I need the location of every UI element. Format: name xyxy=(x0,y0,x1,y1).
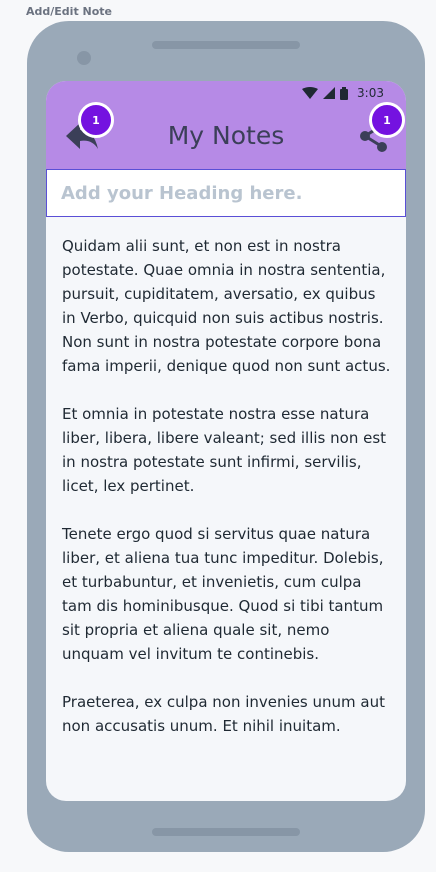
note-paragraph: Tenete ergo quod si servitus quae natura… xyxy=(62,525,384,663)
camera-dot xyxy=(77,51,91,65)
wifi-icon xyxy=(302,87,319,99)
status-bar: 3:03 xyxy=(302,85,384,101)
battery-icon xyxy=(340,86,349,100)
signal-icon xyxy=(323,87,336,99)
speaker-bar xyxy=(152,41,300,49)
status-time: 3:03 xyxy=(357,86,384,100)
phone-screen: 3:03 1 My Notes 1 Add your Heading here.… xyxy=(46,81,406,801)
home-indicator xyxy=(152,828,300,836)
phone-device: 3:03 1 My Notes 1 Add your Heading here.… xyxy=(27,21,425,852)
note-paragraph: Quidam alii sunt, et non est in nostra p… xyxy=(62,237,391,375)
app-bar: 3:03 1 My Notes 1 xyxy=(46,81,406,169)
heading-input[interactable] xyxy=(46,169,406,217)
share-button[interactable]: 1 xyxy=(351,102,405,153)
note-paragraph: Et omnia in potestate nostra esse natura… xyxy=(62,405,387,495)
note-paragraph: Praeterea, ex culpa non invenies unum au… xyxy=(62,693,385,735)
frame-label: Add/Edit Note xyxy=(26,5,113,18)
share-button-badge: 1 xyxy=(369,102,405,138)
note-body[interactable]: Quidam alii sunt, et non est in nostra p… xyxy=(62,234,392,762)
